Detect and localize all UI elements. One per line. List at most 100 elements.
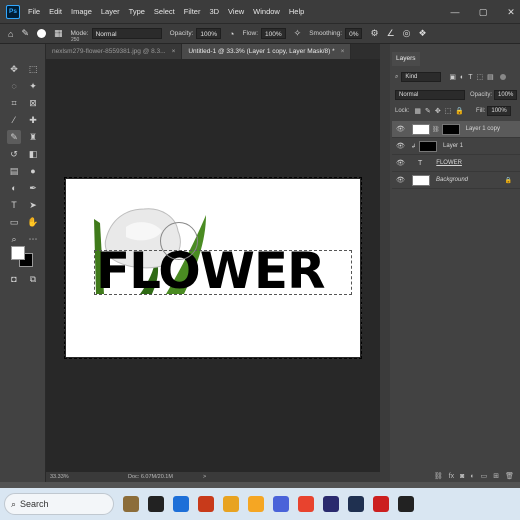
close-button[interactable]: ✕ xyxy=(502,7,520,18)
crop-tool-icon[interactable]: ⌗ xyxy=(7,96,21,110)
hand-tool-icon[interactable]: ✋ xyxy=(26,215,40,229)
app-red-icon[interactable] xyxy=(373,496,389,512)
link-icon[interactable]: ⛓ xyxy=(432,126,440,133)
layer-name[interactable]: Layer 1 xyxy=(443,143,463,149)
brush-tool-icon[interactable]: ✎ xyxy=(7,130,21,144)
adjustment-layer-icon[interactable]: ◐ xyxy=(470,473,474,480)
windows-app-icon[interactable] xyxy=(298,496,314,512)
layer-name[interactable]: FLOWER xyxy=(436,160,462,166)
menu-help[interactable]: Help xyxy=(289,7,304,16)
firefox-icon[interactable] xyxy=(223,496,239,512)
blend-mode-select[interactable]: Normal xyxy=(395,90,465,100)
tab-flower-jpg[interactable]: nexlsm279-flower-8559381.jpg @ 8.3... × xyxy=(46,44,183,59)
blur-tool-icon[interactable]: ● xyxy=(26,164,40,178)
link-layers-icon[interactable]: ⛓ xyxy=(434,472,443,480)
eye-icon[interactable]: 👁 xyxy=(396,142,406,150)
maximize-button[interactable]: ▢ xyxy=(474,7,492,18)
rectangle-tool-icon[interactable]: ▭ xyxy=(7,215,21,229)
menu-image[interactable]: Image xyxy=(71,7,92,16)
history-brush-tool-icon[interactable]: ↺ xyxy=(7,147,21,161)
menu-type[interactable]: Type xyxy=(129,7,145,16)
pressure-opacity-icon[interactable]: ◔ xyxy=(229,29,234,39)
quick-mask-icon[interactable]: ◘ xyxy=(7,272,21,286)
layer-name[interactable]: Background xyxy=(436,177,468,183)
lasso-tool-icon[interactable]: ◌ xyxy=(7,79,21,93)
zoom-level[interactable]: 33.33% xyxy=(50,474,84,480)
path-selection-tool-icon[interactable]: ➤ xyxy=(26,198,40,212)
mode-select[interactable]: Normal xyxy=(91,28,162,39)
frame-tool-icon[interactable]: ⊠ xyxy=(26,96,40,110)
folder-icon[interactable] xyxy=(273,496,289,512)
fill-field[interactable]: 100% xyxy=(487,106,511,116)
symmetry-icon[interactable]: ❖ xyxy=(419,28,427,39)
menu-select[interactable]: Select xyxy=(154,7,175,16)
fx-icon[interactable]: fx xyxy=(449,473,454,480)
minimize-button[interactable]: — xyxy=(446,7,464,17)
menu-edit[interactable]: Edit xyxy=(49,7,62,16)
dodge-tool-icon[interactable]: ◐ xyxy=(7,181,21,195)
illustrator-icon[interactable] xyxy=(198,496,214,512)
airbrush-icon[interactable]: ✧ xyxy=(294,28,302,39)
panel-collapse-strip[interactable] xyxy=(380,44,390,482)
eye-icon[interactable]: 👁 xyxy=(396,159,406,167)
status-menu-arrow[interactable]: > xyxy=(203,474,206,480)
kind-filter-select[interactable]: Kind xyxy=(401,72,442,82)
flow-field[interactable]: 100% xyxy=(261,28,286,39)
tab-untitled-1[interactable]: Untitled-1 @ 33.3% (Layer 1 copy, Layer … xyxy=(182,44,352,59)
type-tool-icon[interactable]: T xyxy=(7,198,21,212)
photoshop-taskbar-icon[interactable] xyxy=(348,496,364,512)
zoom-tool-icon[interactable]: ⌕ xyxy=(7,232,21,246)
close-icon[interactable]: × xyxy=(172,48,176,55)
layer-row-layer-1-copy[interactable]: 👁 ⛓ Layer 1 copy xyxy=(392,121,520,138)
layer-name[interactable]: Layer 1 copy xyxy=(466,126,500,132)
pressure-size-icon[interactable]: ◎ xyxy=(403,28,411,39)
menu-filter[interactable]: Filter xyxy=(184,7,201,16)
taskbar-search[interactable]: ⌕ Search xyxy=(4,493,114,515)
home-icon[interactable]: ⌂ xyxy=(8,29,13,39)
eyedropper-tool-icon[interactable]: ⁄ xyxy=(7,113,21,127)
screen-mode-icon[interactable]: ⧉ xyxy=(26,272,40,286)
stamp-tool-icon[interactable]: ♜ xyxy=(26,130,40,144)
layer-opacity-field[interactable]: 100% xyxy=(494,90,518,100)
filter-type-icons[interactable]: ▣◐T⬚▤ xyxy=(449,73,497,81)
eye-icon[interactable]: 👁 xyxy=(396,176,406,184)
file-explorer-icon[interactable] xyxy=(123,496,139,512)
gear-icon[interactable]: ⚙ xyxy=(370,28,378,39)
brush-settings-icon[interactable]: ▦ xyxy=(54,28,63,39)
tab-layers[interactable]: Layers xyxy=(392,52,420,66)
edge-icon[interactable] xyxy=(173,496,189,512)
layer-mask-thumbnail[interactable] xyxy=(441,123,460,135)
capcut-icon[interactable] xyxy=(398,496,414,512)
smoothing-field[interactable]: 0% xyxy=(345,28,363,39)
more-tools-icon[interactable]: ⋯ xyxy=(26,232,40,246)
task-view-icon[interactable] xyxy=(148,496,164,512)
menu-window[interactable]: Window xyxy=(253,7,280,16)
layer-row-layer-1[interactable]: 👁 ↲ Layer 1 xyxy=(392,138,520,155)
opacity-field[interactable]: 100% xyxy=(196,28,222,39)
eye-icon[interactable]: 👁 xyxy=(396,125,406,133)
close-icon[interactable]: × xyxy=(341,48,345,55)
brush-preset-picker[interactable] xyxy=(36,29,46,38)
angle-icon[interactable]: ∠ xyxy=(387,28,395,39)
layer-row-flower[interactable]: 👁 T FLOWER xyxy=(392,155,520,172)
menu-3d[interactable]: 3D xyxy=(209,7,219,16)
lock-icons[interactable]: ▦✎✥⬚🔒 xyxy=(414,107,468,115)
headphones-app-icon[interactable] xyxy=(248,496,264,512)
new-group-icon[interactable]: ▭ xyxy=(481,472,488,480)
eraser-tool-icon[interactable]: ◧ xyxy=(26,147,40,161)
menu-layer[interactable]: Layer xyxy=(101,7,120,16)
brave-icon[interactable] xyxy=(323,496,339,512)
marquee-tool-icon[interactable]: ⬚ xyxy=(26,62,40,76)
layer-row-background[interactable]: 👁 Background 🔒 xyxy=(392,172,520,189)
filter-toggle[interactable] xyxy=(499,74,506,80)
quick-select-tool-icon[interactable]: ✦ xyxy=(26,79,40,93)
pen-tool-icon[interactable]: ✒ xyxy=(26,181,40,195)
menu-view[interactable]: View xyxy=(228,7,244,16)
new-layer-icon[interactable]: ⊞ xyxy=(493,472,499,480)
add-mask-icon[interactable]: ◙ xyxy=(460,473,464,480)
move-tool-icon[interactable]: ✥ xyxy=(7,62,21,76)
menu-file[interactable]: File xyxy=(28,7,40,16)
foreground-color-swatch[interactable] xyxy=(11,246,25,260)
healing-brush-tool-icon[interactable]: ✚ xyxy=(26,113,40,127)
gradient-tool-icon[interactable]: ▤ xyxy=(7,164,21,178)
